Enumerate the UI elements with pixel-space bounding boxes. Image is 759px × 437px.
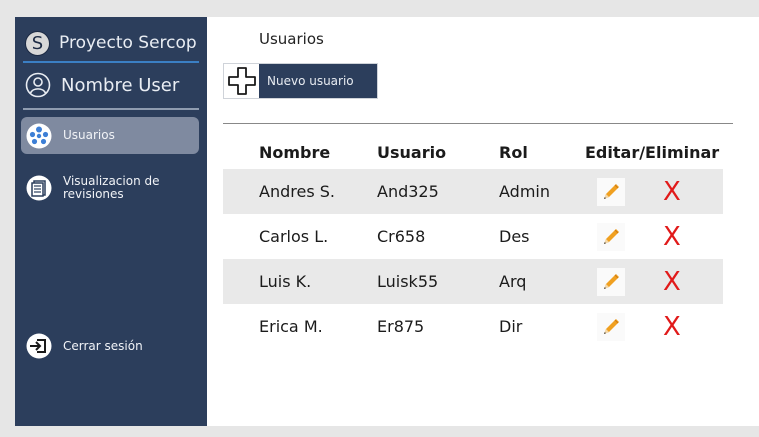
delete-button[interactable]: X xyxy=(663,223,681,251)
page-title: Usuarios xyxy=(259,30,324,48)
edit-button[interactable] xyxy=(597,312,625,341)
logout-label: Cerrar sesión xyxy=(63,338,143,353)
delete-button[interactable]: X xyxy=(663,268,681,296)
plus-icon xyxy=(224,64,259,98)
new-user-button[interactable]: Nuevo usuario xyxy=(223,63,378,99)
table-row: Andres S. And325 Admin X xyxy=(223,169,723,214)
pencil-icon xyxy=(604,273,619,289)
table-row: Erica M. Er875 Dir X xyxy=(223,304,723,349)
cell-usuario: Cr658 xyxy=(377,227,426,246)
document-icon xyxy=(26,175,52,201)
user-name: Nombre User xyxy=(61,74,180,96)
sidebar-item-label: Usuarios xyxy=(63,128,115,142)
cell-rol: Arq xyxy=(499,272,527,291)
brand-logo-icon: S xyxy=(25,30,50,56)
column-header-rol: Rol xyxy=(499,142,528,162)
new-user-label: Nuevo usuario xyxy=(267,74,354,88)
sidebar-item-label: Visualizacion de revisiones xyxy=(63,174,160,201)
cell-rol: Admin xyxy=(499,182,550,201)
cell-usuario: Er875 xyxy=(377,317,425,336)
column-header-nombre: Nombre xyxy=(259,142,331,162)
logout-button[interactable]: Cerrar sesión xyxy=(21,333,199,359)
sidebar-item-revisiones[interactable]: Visualizacion de revisiones xyxy=(21,175,199,201)
main-content: Usuarios Nuevo usuario Nombre Usuario Ro… xyxy=(207,17,759,426)
brand-divider xyxy=(23,61,199,63)
edit-button[interactable] xyxy=(597,177,625,206)
pencil-icon xyxy=(604,228,619,244)
user-info[interactable]: Nombre User xyxy=(25,71,179,99)
user-divider xyxy=(23,108,199,110)
cell-rol: Dir xyxy=(499,317,523,336)
users-icon xyxy=(26,123,52,148)
brand: S Proyecto Sercop xyxy=(25,29,197,57)
cell-rol: Des xyxy=(499,227,530,246)
delete-button[interactable]: X xyxy=(663,178,681,206)
sidebar: S Proyecto Sercop Nombre User Usuarios V… xyxy=(15,17,207,426)
delete-button[interactable]: X xyxy=(663,313,681,341)
table-header: Nombre Usuario Rol Editar/Eliminar xyxy=(223,135,723,169)
table-row: Luis K. Luisk55 Arq X xyxy=(223,259,723,304)
cell-usuario: And325 xyxy=(377,182,439,201)
edit-button[interactable] xyxy=(597,267,625,296)
users-table: Nombre Usuario Rol Editar/Eliminar Andre… xyxy=(223,135,723,349)
table-divider xyxy=(223,123,733,124)
cell-nombre: Luis K. xyxy=(259,272,312,291)
brand-title: Proyecto Sercop xyxy=(59,33,197,53)
pencil-icon xyxy=(604,183,619,199)
pencil-icon xyxy=(604,318,619,334)
user-avatar-icon xyxy=(25,72,51,98)
cell-nombre: Erica M. xyxy=(259,317,323,336)
edit-button[interactable] xyxy=(597,222,625,251)
column-header-actions: Editar/Eliminar xyxy=(585,142,720,162)
cell-nombre: Carlos L. xyxy=(259,227,329,246)
sidebar-item-usuarios[interactable]: Usuarios xyxy=(21,117,199,154)
logout-icon xyxy=(26,333,52,359)
cell-usuario: Luisk55 xyxy=(377,272,439,291)
cell-nombre: Andres S. xyxy=(259,182,335,201)
table-row: Carlos L. Cr658 Des X xyxy=(223,214,723,259)
column-header-usuario: Usuario xyxy=(377,142,447,162)
